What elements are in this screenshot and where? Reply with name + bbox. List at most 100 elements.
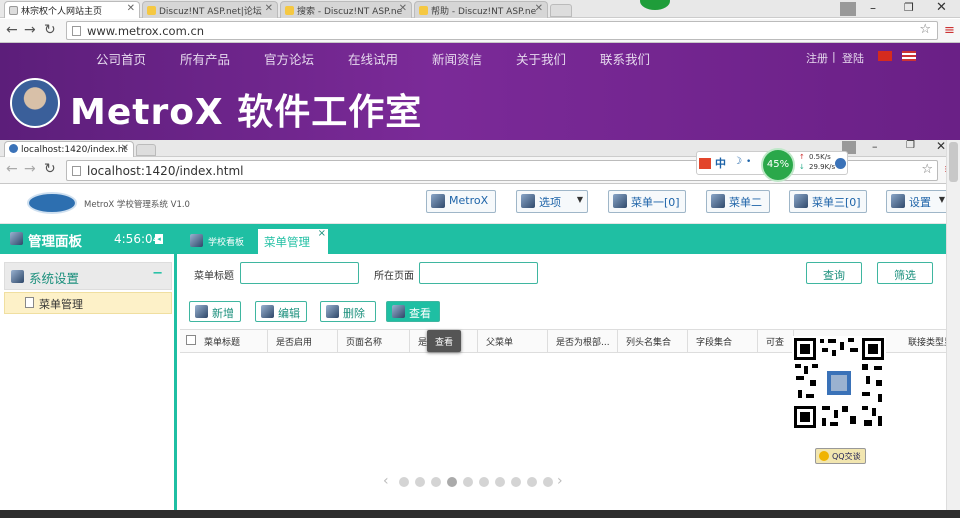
toolbar-settings-button[interactable]: 设置 ▼: [886, 190, 950, 213]
column-header[interactable]: 可查: [758, 330, 794, 352]
close-window-button[interactable]: ✕: [936, 139, 946, 153]
close-icon[interactable]: ×: [318, 228, 326, 239]
nav-contact[interactable]: 联系我们: [600, 49, 650, 68]
add-button[interactable]: 新增: [189, 301, 241, 322]
maximize-button[interactable]: ❐: [904, 1, 914, 14]
tab-menu-manage[interactable]: 菜单管理 ×: [258, 228, 328, 254]
close-icon[interactable]: ✕: [121, 143, 129, 154]
view-button[interactable]: 查看: [386, 301, 440, 322]
avatar-icon: [891, 194, 905, 208]
action-label: 编辑: [278, 307, 300, 320]
outer-tab-home[interactable]: 林宗权个人网站主页 ✕: [4, 1, 140, 18]
minimize-button[interactable]: –: [870, 1, 876, 15]
toolbar-menu2-button[interactable]: 菜单二: [706, 190, 770, 213]
register-link[interactable]: 注册: [806, 50, 828, 66]
column-header[interactable]: 父菜单: [478, 330, 548, 352]
menu-icon[interactable]: ≡: [944, 23, 955, 38]
plus-icon[interactable]: [835, 158, 846, 169]
nav-trial[interactable]: 在线试用: [348, 49, 398, 68]
pager-dot[interactable]: [431, 477, 441, 487]
outer-url-input[interactable]: www.metrox.com.cn ☆: [66, 21, 938, 40]
maximize-button[interactable]: ❐: [906, 140, 915, 151]
outer-tab-discuz[interactable]: Discuz!NT ASP.net|论坛 ✕: [142, 1, 278, 18]
edit-button[interactable]: 编辑: [255, 301, 307, 322]
forward-arrow-icon[interactable]: →: [24, 22, 36, 38]
close-icon[interactable]: ✕: [127, 3, 135, 14]
inner-tab-label: localhost:1420/index.ht: [21, 145, 128, 155]
punct-icon[interactable]: •: [746, 157, 751, 167]
us-flag-icon[interactable]: [902, 51, 916, 61]
avatar-icon: [190, 234, 203, 247]
outer-tab-label: 林宗权个人网站主页: [21, 7, 103, 17]
column-header[interactable]: 列头名集合: [618, 330, 688, 352]
clock: 4:56:04: [114, 232, 161, 246]
close-icon[interactable]: ✕: [265, 3, 273, 14]
toolbar-metrox-button[interactable]: MetroX: [426, 190, 496, 213]
close-window-button[interactable]: ✕: [936, 0, 947, 15]
new-tab-button[interactable]: [136, 144, 156, 156]
filter-button[interactable]: 筛选: [877, 262, 933, 284]
prev-arrow-icon[interactable]: ‹: [383, 473, 389, 489]
speed-ball[interactable]: 45%: [761, 148, 795, 182]
qq-icon: [819, 451, 829, 461]
sogou-icon[interactable]: [699, 158, 711, 169]
next-arrow-icon[interactable]: ›: [557, 473, 563, 489]
scrollbar-thumb[interactable]: [949, 142, 958, 182]
delete-button[interactable]: 删除: [320, 301, 376, 322]
pager-dot[interactable]: [527, 477, 537, 487]
nav-forum[interactable]: 官方论坛: [264, 49, 314, 68]
query-button[interactable]: 查询: [806, 262, 862, 284]
china-flag-icon[interactable]: [878, 51, 892, 61]
reload-icon[interactable]: ↻: [44, 22, 56, 38]
column-header[interactable]: 菜单标题: [196, 330, 268, 352]
nav-home[interactable]: 公司首页: [96, 49, 146, 68]
pager-dot[interactable]: [447, 477, 457, 487]
toolbar-menu3-button[interactable]: 菜单三[0]: [789, 190, 867, 213]
column-header[interactable]: 页面名称: [338, 330, 410, 352]
pager-dot[interactable]: [479, 477, 489, 487]
sidebar-item-menu-manage[interactable]: 菜单管理: [4, 292, 172, 314]
select-all-checkbox[interactable]: [186, 335, 196, 345]
nav-products[interactable]: 所有产品: [180, 49, 230, 68]
outer-address-bar: ← → ↻ www.metrox.com.cn ☆ ≡: [0, 19, 960, 43]
user-icon[interactable]: [840, 2, 856, 16]
menu-title-input[interactable]: [240, 262, 359, 284]
star-icon[interactable]: ☆: [919, 22, 931, 37]
pager-dot[interactable]: [415, 477, 425, 487]
collapse-icon[interactable]: −: [152, 266, 163, 281]
sidebar-group-system[interactable]: 系统设置 −: [4, 262, 172, 290]
nav-news[interactable]: 新闻资信: [432, 49, 482, 68]
pager-dot[interactable]: [511, 477, 521, 487]
pager-dot[interactable]: [495, 477, 505, 487]
outer-tab-search[interactable]: 搜索 - Discuz!NT ASP.ne ✕: [280, 1, 412, 18]
page-input[interactable]: [419, 262, 538, 284]
collapse-icon[interactable]: ◂: [155, 234, 163, 244]
toolbar-options-button[interactable]: 选项 ▼: [516, 190, 588, 213]
nav-about[interactable]: 关于我们: [516, 49, 566, 68]
toolbar-menu1-button[interactable]: 菜单一[0]: [608, 190, 686, 213]
reload-icon[interactable]: ↻: [44, 161, 56, 177]
column-header[interactable]: 是否启用: [268, 330, 338, 352]
tab-dashboard[interactable]: 学校看板: [190, 230, 244, 254]
new-tab-button[interactable]: [550, 4, 572, 17]
inner-tab[interactable]: localhost:1420/index.ht ✕: [4, 141, 134, 157]
pager-dot[interactable]: [463, 477, 473, 487]
column-header[interactable]: 是否为根部...: [548, 330, 618, 352]
moon-icon[interactable]: ☽: [733, 156, 742, 167]
ime-mode[interactable]: 中: [715, 155, 726, 171]
outer-tab-help[interactable]: 帮助 - Discuz!NT ASP.ne ✕: [414, 1, 548, 18]
close-icon[interactable]: ✕: [399, 3, 407, 14]
pager-dot[interactable]: [399, 477, 409, 487]
minimize-button[interactable]: –: [872, 140, 878, 153]
scrollbar[interactable]: [946, 140, 960, 510]
back-arrow-icon[interactable]: ←: [6, 22, 18, 38]
login-link[interactable]: 登陆: [842, 50, 864, 66]
close-icon[interactable]: ✕: [535, 3, 543, 14]
column-header[interactable]: 字段集合: [688, 330, 758, 352]
back-arrow-icon[interactable]: ←: [6, 161, 18, 177]
pager-dot[interactable]: [543, 477, 553, 487]
forward-arrow-icon[interactable]: →: [24, 161, 36, 177]
star-icon[interactable]: ☆: [921, 162, 933, 177]
site-banner: 公司首页 所有产品 官方论坛 在线试用 新闻资信 关于我们 联系我们 注册 | …: [0, 43, 960, 140]
qq-chat-button[interactable]: QQ交谈: [815, 448, 866, 464]
